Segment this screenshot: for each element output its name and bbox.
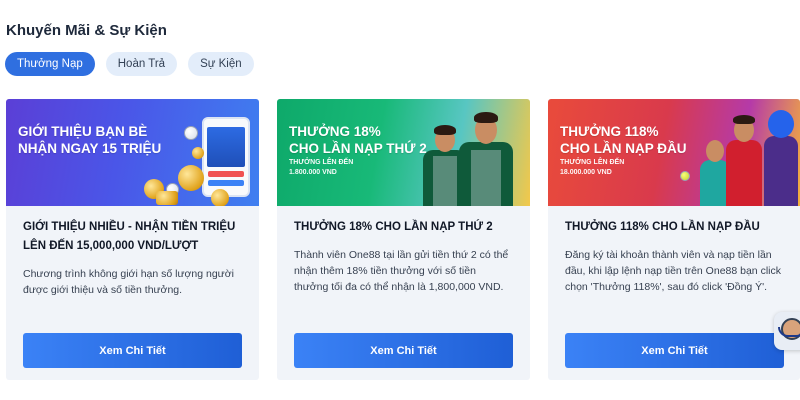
headset-icon [778, 327, 800, 337]
player-illustration [459, 110, 513, 206]
player-hair [474, 112, 498, 123]
ball-icon [184, 126, 198, 140]
banner-subtext: THƯỞNG LÊN ĐẾN 18.000.000 VND [560, 158, 624, 178]
page-title: Khuyến Mãi & Sự Kiện [6, 22, 167, 39]
banner-sub-2: 1.800.000 VND [289, 169, 337, 176]
banner-line-2: CHO LẦN NẠP THỨ 2 [289, 141, 427, 156]
footballer-illustration [724, 110, 764, 206]
card-body: THƯỞNG 18% CHO LẦN NẠP THỨ 2 Thành viên … [277, 206, 530, 295]
banner-headline: GIỚI THIỆU BẠN BÈ NHẬN NGAY 15 TRIỆU [18, 123, 161, 157]
promo-card-second-deposit: THƯỞNG 18% CHO LẦN NẠP THỨ 2 THƯỞNG LÊN … [277, 99, 530, 380]
coin-icon [178, 165, 204, 191]
customer-support-icon[interactable] [774, 312, 800, 350]
coin-icon [211, 189, 229, 206]
racer-illustration [760, 106, 800, 206]
card-description: Đăng ký tài khoản thành viên và nạp tiền… [565, 249, 781, 293]
jersey-pattern [471, 150, 501, 206]
view-details-button[interactable]: Xem Chi Tiết [294, 333, 513, 368]
racer-suit [764, 136, 798, 206]
banner-line-1: THƯỞNG 18% [289, 124, 381, 139]
tab-hoan-tra[interactable]: Hoàn Trả [105, 52, 178, 76]
promo-card-first-deposit: THƯỞNG 118% CHO LẦN NẠP ĐẦU THƯỞNG LÊN Đ… [548, 99, 800, 380]
jersey-pattern [433, 156, 457, 206]
phone-illustration [202, 117, 250, 197]
gold-bar-icon [156, 191, 178, 205]
player-hair [733, 115, 755, 124]
phone-screen [207, 127, 245, 167]
tennis-ball-icon [680, 171, 690, 181]
card-body: GIỚI THIỆU NHIỀU - NHẬN TIỀN TRIỆU LÊN Đ… [6, 206, 259, 298]
tab-su-kien[interactable]: Sự Kiện [188, 52, 254, 76]
banner-sub-1: THƯỞNG LÊN ĐẾN [289, 159, 354, 166]
player-shirt [726, 140, 762, 206]
banner-line-1: THƯỞNG 118% [560, 124, 659, 139]
card-title: THƯỞNG 118% CHO LẦN NẠP ĐẦU [565, 221, 760, 233]
card-body: THƯỞNG 118% CHO LẦN NẠP ĐẦU Đăng ký tài … [548, 206, 800, 295]
promo-banner-referral[interactable]: GIỚI THIỆU BẠN BÈ NHẬN NGAY 15 TRIỆU [6, 99, 259, 206]
view-details-button[interactable]: Xem Chi Tiết [23, 333, 242, 368]
phone-row [208, 171, 244, 177]
view-details-button[interactable]: Xem Chi Tiết [565, 333, 784, 368]
coin-icon [192, 147, 204, 159]
promo-banner-second-deposit[interactable]: THƯỞNG 18% CHO LẦN NẠP THỨ 2 THƯỞNG LÊN … [277, 99, 530, 206]
banner-headline: THƯỞNG 18% CHO LẦN NẠP THỨ 2 [289, 123, 427, 157]
banner-sub-1: THƯỞNG LÊN ĐẾN [560, 159, 625, 166]
banner-line-2: CHO LẦN NẠP ĐẦU [560, 141, 687, 156]
player-hair [434, 125, 456, 135]
promo-banner-first-deposit[interactable]: THƯỞNG 118% CHO LẦN NẠP ĐẦU THƯỞNG LÊN Đ… [548, 99, 800, 206]
card-title: GIỚI THIỆU NHIỀU - NHẬN TIỀN TRIỆU LÊN Đ… [23, 221, 236, 252]
helmet-icon [768, 110, 794, 138]
banner-headline: THƯỞNG 118% CHO LẦN NẠP ĐẦU [560, 123, 687, 157]
banner-sub-2: 18.000.000 VND [560, 169, 612, 176]
card-title: THƯỞNG 18% CHO LẦN NẠP THỨ 2 [294, 221, 493, 233]
tab-thuong-nap[interactable]: Thưởng Nạp [5, 52, 95, 76]
phone-row [208, 180, 244, 186]
player-head [706, 140, 724, 162]
banner-line-1: GIỚI THIỆU BẠN BÈ [18, 124, 148, 139]
banner-line-2: NHẬN NGAY 15 TRIỆU [18, 141, 162, 156]
promo-tabs: Thưởng Nạp Hoàn Trả Sự Kiện [5, 52, 254, 76]
card-description: Chương trình không giới hạn số lượng ngư… [23, 268, 234, 296]
promo-card-referral: GIỚI THIỆU BẠN BÈ NHẬN NGAY 15 TRIỆU GIỚ… [6, 99, 259, 380]
card-description: Thành viên One88 tại lần gửi tiền thứ 2 … [294, 249, 509, 293]
banner-subtext: THƯỞNG LÊN ĐẾN 1.800.000 VND [289, 158, 353, 178]
